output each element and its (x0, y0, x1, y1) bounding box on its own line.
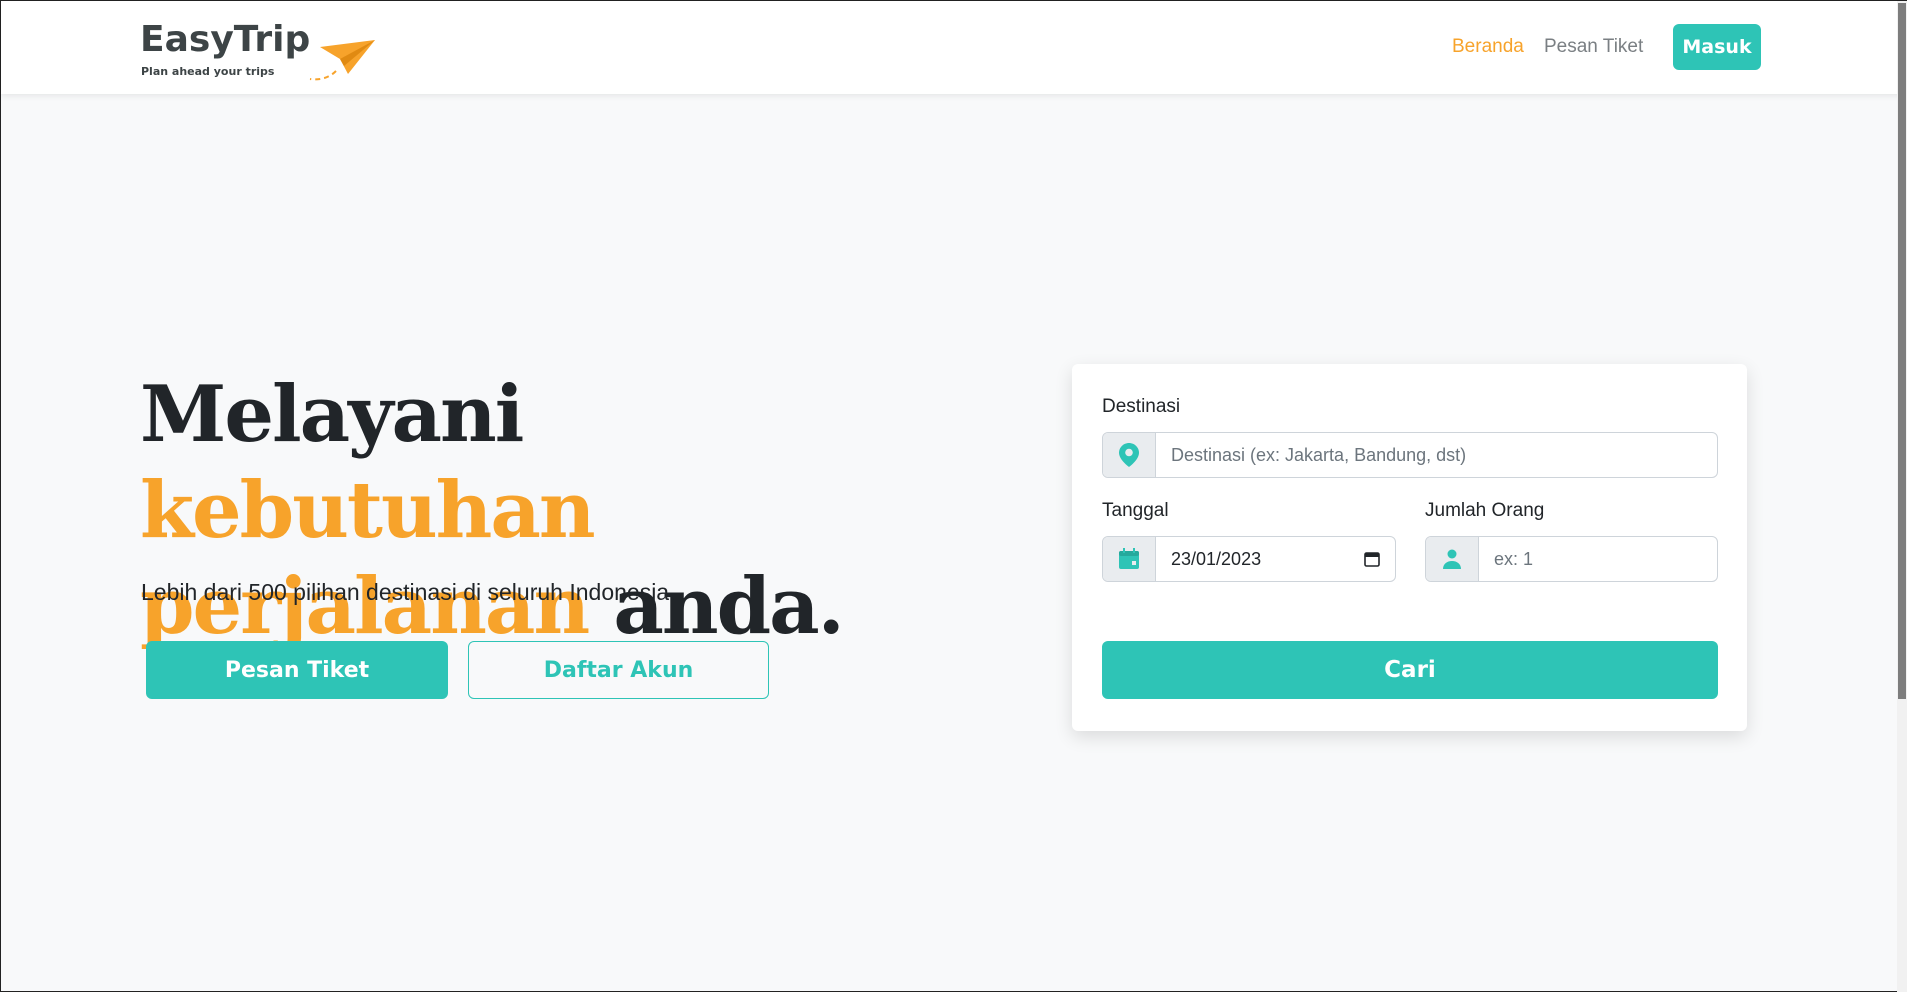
people-input[interactable] (1479, 537, 1717, 581)
brand-name: EasyTrip (140, 19, 311, 60)
date-input[interactable]: 23/01/2023 (1156, 537, 1395, 581)
scrollbar[interactable] (1897, 1, 1907, 992)
destination-input[interactable] (1156, 433, 1717, 477)
register-button[interactable]: Daftar Akun (468, 641, 769, 699)
search-card: Destinasi Tanggal 23/01/2023 (1072, 364, 1747, 731)
nav-link-pesan-tiket[interactable]: Pesan Tiket (1544, 36, 1643, 58)
navbar: EasyTrip Plan ahead your trips Beranda P… (1, 1, 1906, 94)
date-input-group: 23/01/2023 (1102, 536, 1396, 582)
calendar-picker-icon[interactable] (1364, 551, 1380, 567)
login-button[interactable]: Masuk (1673, 24, 1761, 70)
book-ticket-button[interactable]: Pesan Tiket (146, 641, 448, 699)
date-label: Tanggal (1102, 500, 1169, 521)
hero-title-accent: kebutuhan perjalanan (140, 465, 596, 652)
nav-link-beranda[interactable]: Beranda (1452, 36, 1524, 58)
people-label: Jumlah Orang (1425, 500, 1545, 521)
hero-title-part2: anda. (613, 561, 844, 652)
destination-label: Destinasi (1102, 396, 1181, 417)
people-addon (1426, 537, 1479, 581)
date-addon (1103, 537, 1156, 581)
destination-input-group (1102, 432, 1718, 478)
paper-plane-icon (309, 40, 375, 81)
brand-logo[interactable]: EasyTrip Plan ahead your trips (140, 19, 375, 81)
calendar-icon (1119, 548, 1139, 569)
destination-addon (1103, 433, 1156, 477)
hero-subtitle: Lebih dari 500 pilihan destinasi di selu… (141, 579, 676, 605)
brand-tagline: Plan ahead your trips (141, 65, 275, 78)
search-button[interactable]: Cari (1102, 641, 1718, 699)
scrollbar-thumb[interactable] (1898, 3, 1906, 699)
map-pin-icon (1119, 443, 1139, 467)
person-icon (1443, 549, 1461, 569)
hero-title: Melayani kebutuhan perjalanan anda. (140, 367, 900, 655)
date-value: 23/01/2023 (1171, 548, 1262, 569)
people-input-group (1425, 536, 1718, 582)
hero-title-part1: Melayani (140, 369, 524, 460)
